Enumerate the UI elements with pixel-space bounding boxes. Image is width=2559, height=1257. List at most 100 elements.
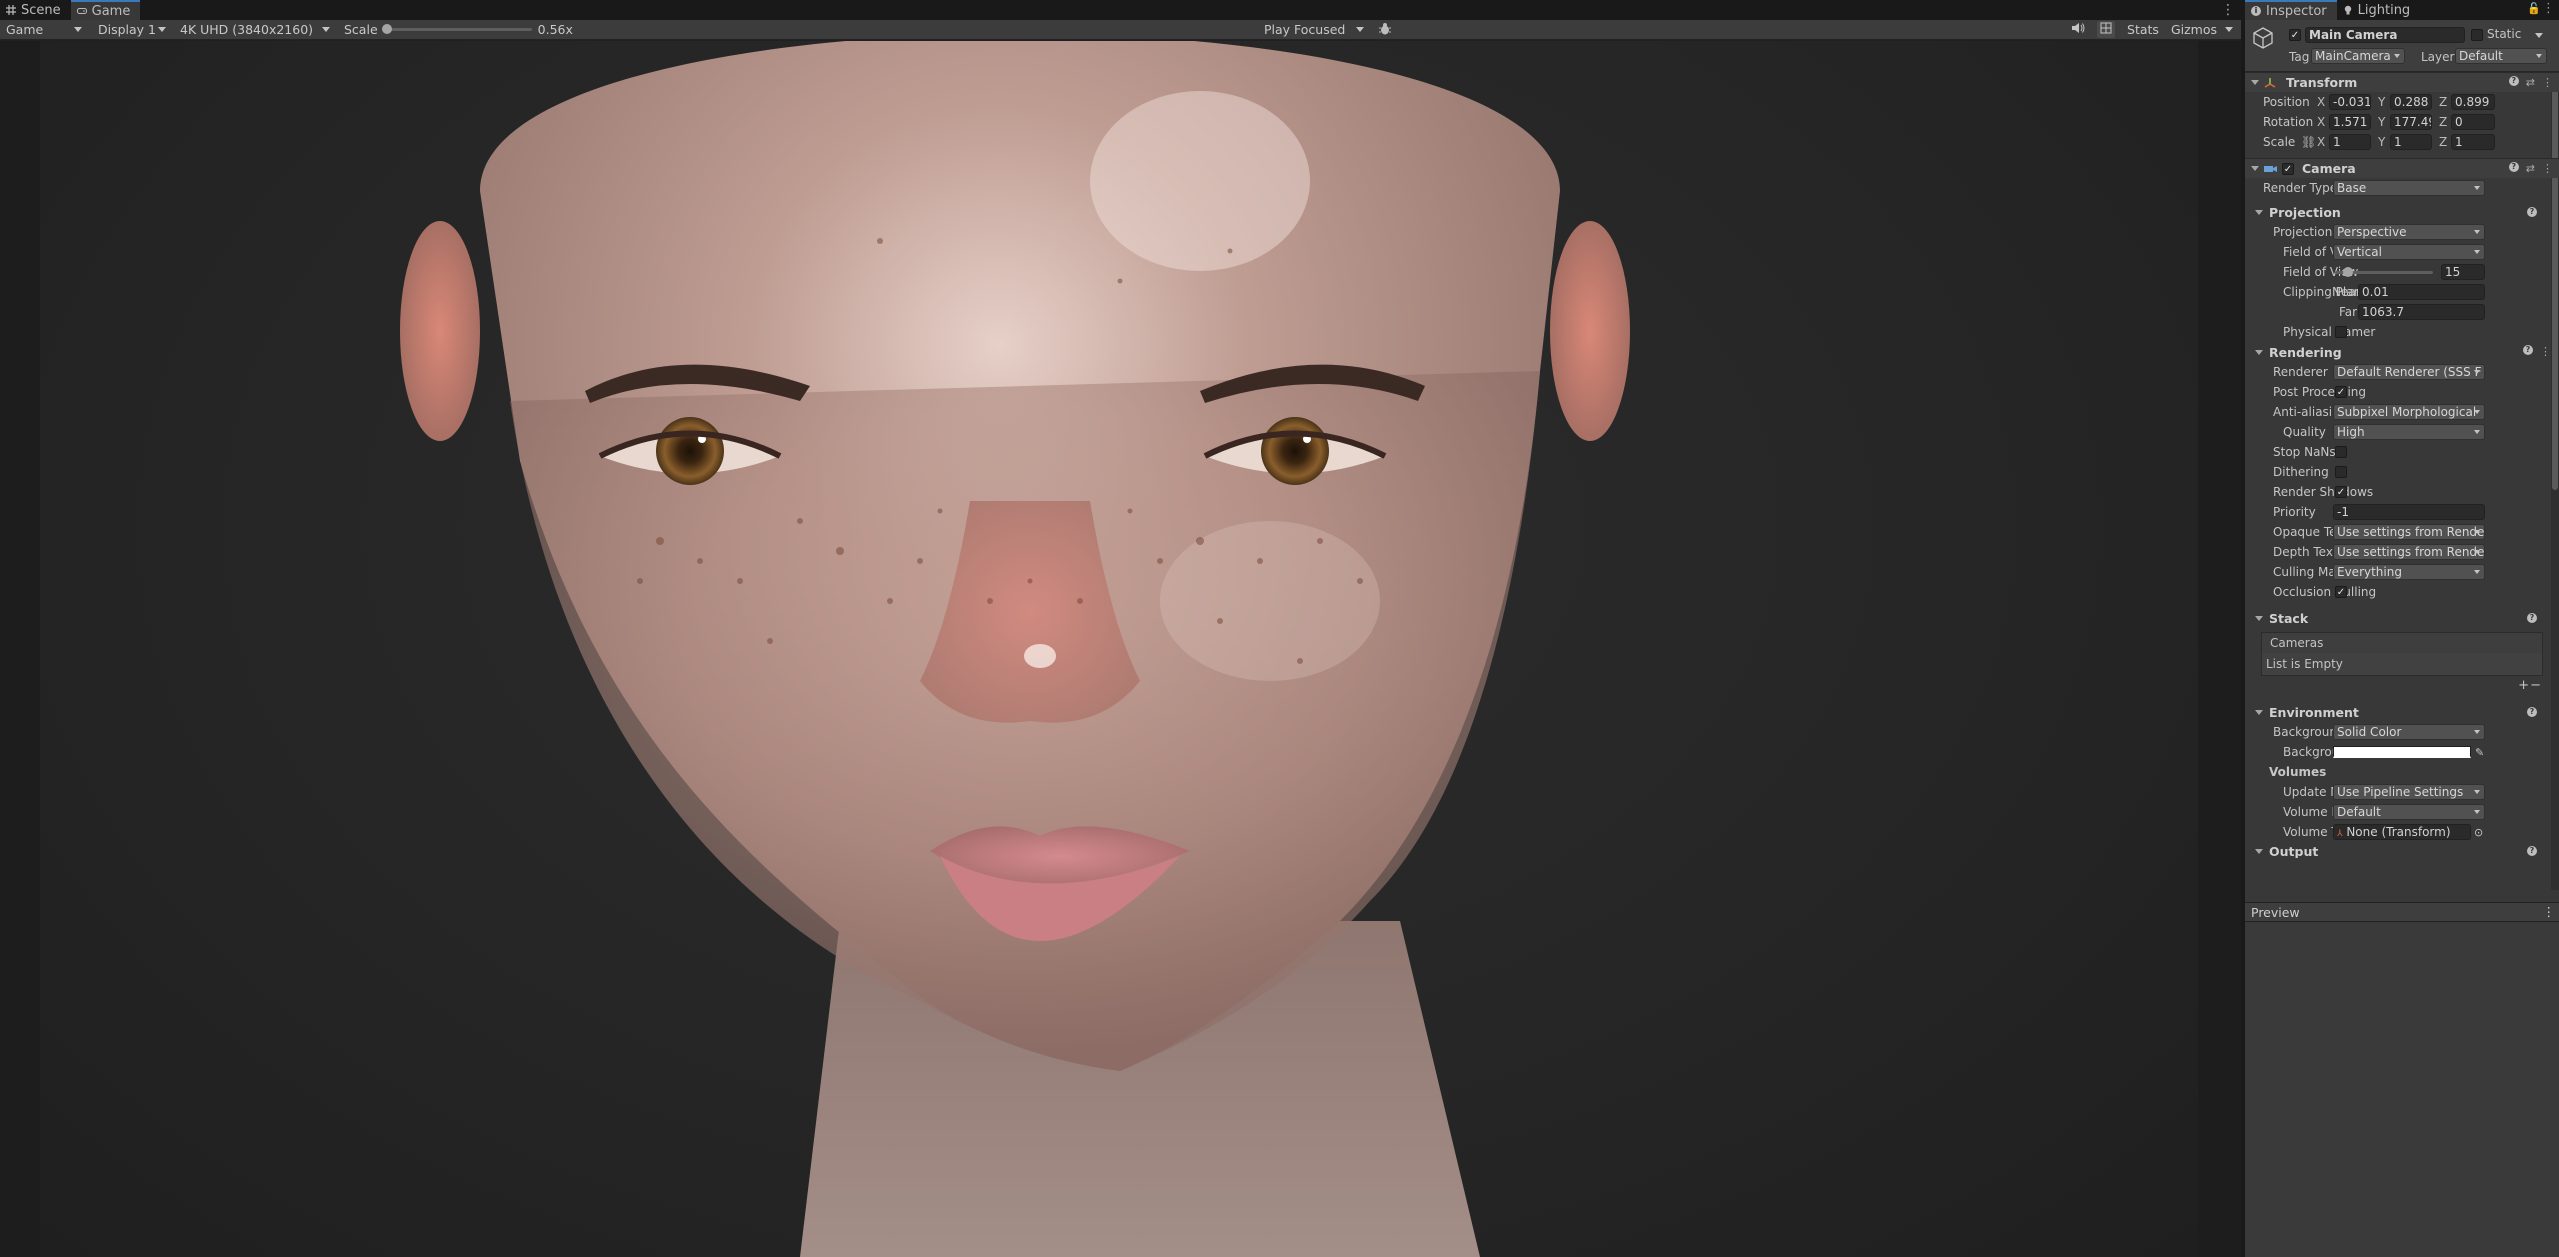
- game-mode-dropdown[interactable]: Game: [0, 20, 88, 40]
- preset-sliders-icon[interactable]: ⇄: [2526, 76, 2535, 89]
- help-icon[interactable]: ?: [2508, 162, 2519, 172]
- post-processing-label: Post Processing: [2273, 385, 2366, 399]
- projection-dropdown[interactable]: Perspective: [2333, 224, 2485, 240]
- link-icon[interactable]: ⛓: [2301, 135, 2316, 149]
- foldout-arrow-icon[interactable]: [2255, 349, 2263, 355]
- depth-texture-dropdown[interactable]: Use settings from Rende: [2333, 544, 2485, 560]
- post-processing-checkbox[interactable]: [2335, 386, 2347, 398]
- chevron-down-icon[interactable]: [2535, 33, 2543, 38]
- play-mode-dropdown[interactable]: Play Focused: [1258, 20, 1370, 40]
- help-icon[interactable]: ?: [2527, 613, 2537, 623]
- volume-mask-dropdown[interactable]: Default: [2333, 804, 2485, 820]
- fov-slider-thumb[interactable]: [2342, 267, 2353, 277]
- position-z-field[interactable]: 0.899: [2451, 94, 2495, 110]
- position-x-field[interactable]: -0.031: [2329, 94, 2371, 110]
- opaque-texture-dropdown[interactable]: Use settings from Rende: [2333, 524, 2485, 540]
- cameras-list-header: Cameras: [2262, 633, 2542, 653]
- tab-scene[interactable]: Scene: [0, 0, 71, 20]
- rotation-x-field[interactable]: 1.571: [2329, 114, 2371, 130]
- rotation-z-field[interactable]: 0: [2451, 114, 2495, 130]
- culling-mask-dropdown[interactable]: Everything: [2333, 564, 2485, 580]
- help-icon[interactable]: ?: [2527, 207, 2537, 217]
- layer-dropdown[interactable]: Default: [2455, 48, 2547, 64]
- kebab-menu-icon[interactable]: ⋮: [2221, 2, 2235, 18]
- rotation-y-field[interactable]: 177.49: [2390, 114, 2432, 130]
- environment-section-header[interactable]: Environment ?: [2245, 702, 2559, 722]
- tab-inspector[interactable]: i Inspector: [2245, 0, 2337, 20]
- dithering-checkbox[interactable]: [2335, 466, 2347, 478]
- resolution-dropdown[interactable]: 4K UHD (3840x2160): [172, 20, 336, 40]
- fov-slider[interactable]: [2335, 267, 2433, 277]
- fov-field[interactable]: 15: [2441, 264, 2485, 280]
- far-field[interactable]: 1063.7: [2358, 304, 2485, 320]
- priority-field[interactable]: -1: [2333, 504, 2485, 520]
- stack-section-header[interactable]: Stack ?: [2245, 608, 2559, 628]
- tab-game[interactable]: Game: [70, 0, 141, 20]
- audio-mute-icon[interactable]: [2071, 22, 2085, 37]
- stop-nans-checkbox[interactable]: [2335, 446, 2347, 458]
- render-type-dropdown[interactable]: Base: [2333, 180, 2485, 196]
- scale-slider[interactable]: [381, 24, 532, 34]
- active-checkbox[interactable]: [2289, 29, 2301, 41]
- camera-enabled-checkbox[interactable]: [2282, 162, 2294, 175]
- object-name-field[interactable]: Main Camera: [2305, 27, 2465, 43]
- kebab-menu-icon[interactable]: ⋮: [2542, 76, 2553, 89]
- scale-control: Scale 0.56x: [336, 20, 579, 40]
- background-color-swatch[interactable]: [2333, 746, 2471, 758]
- help-icon[interactable]: ?: [2508, 76, 2519, 86]
- object-picker-icon[interactable]: ⊙: [2474, 826, 2483, 839]
- kebab-menu-icon[interactable]: ⋮: [2543, 904, 2556, 919]
- transform-header[interactable]: Transform ? ⇄ ⋮: [2245, 72, 2559, 92]
- eyedropper-icon[interactable]: ✎: [2475, 746, 2484, 759]
- scale-x-field[interactable]: 1: [2329, 134, 2371, 150]
- add-icon[interactable]: +: [2518, 678, 2529, 693]
- lock-icon[interactable]: 🔓: [2527, 2, 2541, 15]
- tag-dropdown[interactable]: MainCamera: [2311, 48, 2405, 64]
- kebab-menu-icon[interactable]: ⋮: [2542, 1, 2555, 16]
- scale-z-field[interactable]: 1: [2451, 134, 2495, 150]
- kebab-menu-icon[interactable]: ⋮: [2540, 345, 2551, 358]
- game-viewport-render[interactable]: [40, 41, 2198, 1257]
- foldout-arrow-icon[interactable]: [2251, 166, 2259, 171]
- physical-camera-checkbox[interactable]: [2335, 326, 2347, 338]
- foldout-arrow-icon[interactable]: [2255, 615, 2263, 621]
- foldout-arrow-icon[interactable]: [2255, 209, 2263, 215]
- camera-header[interactable]: Camera ? ⇄ ⋮: [2245, 158, 2559, 178]
- remove-icon[interactable]: −: [2530, 678, 2541, 693]
- stats-grid-icon[interactable]: [2097, 21, 2116, 38]
- preview-header[interactable]: Preview ⋮: [2245, 902, 2559, 922]
- output-section-header[interactable]: Output ?: [2245, 844, 2559, 858]
- display-dropdown[interactable]: Display 1: [88, 20, 172, 40]
- help-icon[interactable]: ?: [2523, 345, 2533, 355]
- quality-dropdown[interactable]: High: [2333, 424, 2485, 440]
- background-type-dropdown[interactable]: Solid Color: [2333, 724, 2485, 740]
- dithering-row: Dithering: [2245, 462, 2559, 482]
- render-shadows-checkbox[interactable]: [2335, 486, 2347, 498]
- occlusion-culling-checkbox[interactable]: [2335, 586, 2347, 598]
- near-field[interactable]: 0.01: [2358, 284, 2485, 300]
- opaque-texture-row: Opaque Texture Use settings from Rende: [2245, 522, 2559, 542]
- foldout-arrow-icon[interactable]: [2251, 80, 2259, 85]
- position-y-field[interactable]: 0.288: [2390, 94, 2432, 110]
- update-mode-dropdown[interactable]: Use Pipeline Settings: [2333, 784, 2485, 800]
- preset-sliders-icon[interactable]: ⇄: [2526, 162, 2535, 175]
- gizmos-dropdown[interactable]: Gizmos: [2171, 22, 2233, 37]
- scale-slider-thumb[interactable]: [381, 24, 392, 34]
- renderer-dropdown[interactable]: Default Renderer (SSS F: [2333, 364, 2485, 380]
- tab-lighting-label: Lighting: [2357, 2, 2411, 18]
- bug-icon[interactable]: [1378, 22, 1392, 39]
- scale-y-field[interactable]: 1: [2390, 134, 2432, 150]
- kebab-menu-icon[interactable]: ⋮: [2542, 162, 2553, 175]
- volume-trigger-field[interactable]: ⅄ None (Transform): [2333, 824, 2471, 840]
- foldout-arrow-icon[interactable]: [2255, 709, 2263, 715]
- rendering-section-header[interactable]: Rendering ? ⋮: [2245, 342, 2559, 362]
- fov-axis-dropdown[interactable]: Vertical: [2333, 244, 2485, 260]
- static-checkbox[interactable]: [2471, 29, 2483, 41]
- help-icon[interactable]: ?: [2527, 707, 2537, 717]
- anti-aliasing-dropdown[interactable]: Subpixel Morphological: [2333, 404, 2485, 420]
- help-icon[interactable]: ?: [2527, 846, 2537, 856]
- projection-section-header[interactable]: Projection ?: [2245, 202, 2559, 222]
- foldout-arrow-icon[interactable]: [2255, 848, 2263, 854]
- stats-button[interactable]: Stats: [2127, 22, 2159, 37]
- tab-lighting[interactable]: Lighting: [2337, 0, 2421, 20]
